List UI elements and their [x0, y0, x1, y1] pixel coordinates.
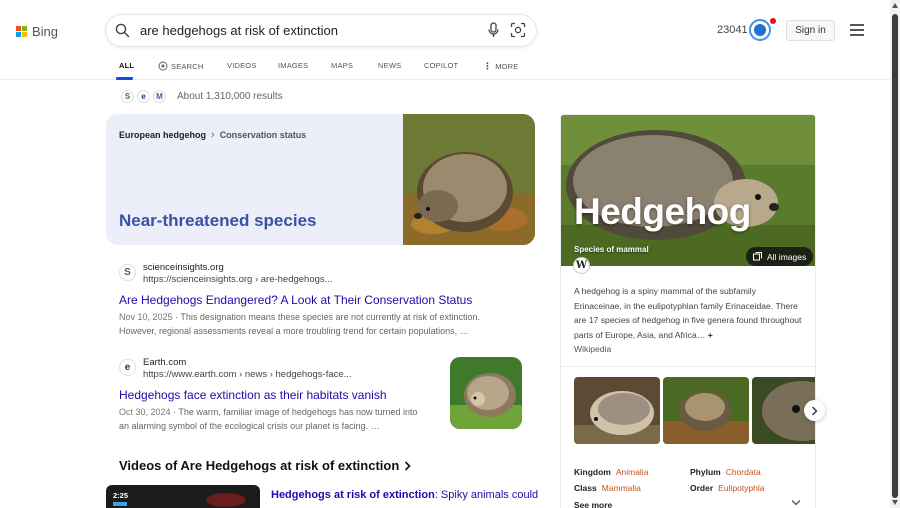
- source-m-icon: M: [153, 90, 166, 103]
- site-favicon-icon: e: [119, 359, 136, 376]
- tab-copilot[interactable]: COPILOT: [424, 61, 458, 70]
- logo-text: Bing: [32, 24, 59, 39]
- conservation-status-card[interactable]: European hedgehog › Conservation status …: [106, 114, 535, 245]
- breadcrumb-attribute: Conservation status: [219, 130, 307, 140]
- search-box[interactable]: are hedgehogs at risk of extinction: [106, 15, 536, 46]
- results-count-text: About 1,310,000 results: [177, 91, 283, 102]
- mic-icon[interactable]: [487, 22, 500, 43]
- result-snippet: Nov 10, 2025 · This designation means th…: [119, 312, 481, 336]
- answer-value: Near-threatened species: [119, 211, 317, 230]
- tab-more[interactable]: ⋮ MORE: [483, 61, 519, 72]
- fact-order: Order Eulipotyphla: [690, 483, 765, 493]
- copilot-search-icon: [158, 61, 168, 71]
- fact-class: Class Mammalia: [574, 483, 641, 493]
- chevron-right-icon: ›: [211, 129, 215, 141]
- expand-description-button[interactable]: +: [708, 330, 713, 340]
- results-count: S e M About 1,310,000 results: [121, 90, 283, 103]
- video-duration: 2:25: [113, 491, 129, 500]
- result-thumbnail[interactable]: [450, 357, 522, 429]
- fact-link[interactable]: Eulipotyphla: [718, 483, 764, 493]
- site-url: https://scienceinsights.org › are-hedgeh…: [143, 274, 333, 285]
- panel-title: Hedgehog: [574, 191, 751, 232]
- videos-heading[interactable]: Videos of Are Hedgehogs at risk of extin…: [119, 458, 411, 473]
- search-result: e Earth.com https://www.earth.com › news…: [119, 357, 429, 433]
- gallery-next-button[interactable]: [804, 400, 825, 421]
- bing-logo[interactable]: Bing: [16, 24, 58, 39]
- microsoft-logo-icon: [16, 26, 27, 37]
- hedgehog-photo[interactable]: [403, 114, 535, 245]
- source-e-icon: e: [137, 90, 150, 103]
- video-accent-bar: [113, 502, 127, 506]
- search-icon[interactable]: [115, 23, 130, 43]
- chevron-down-icon[interactable]: [791, 499, 801, 506]
- result-snippet: Oct 30, 2024 · The warm, familiar image …: [119, 407, 418, 431]
- site-info[interactable]: e Earth.com https://www.earth.com › news…: [119, 357, 429, 380]
- fact-phylum: Phylum Chordata: [690, 467, 761, 477]
- scroll-up-arrow-icon[interactable]: [892, 3, 898, 8]
- result-title-link[interactable]: Hedgehogs face extinction as their habit…: [119, 388, 429, 402]
- video-thumbnail[interactable]: 2:25: [106, 485, 260, 508]
- sign-in-button[interactable]: Sign in: [786, 20, 835, 41]
- see-more-button[interactable]: See more: [574, 500, 612, 508]
- all-images-button[interactable]: All images: [746, 247, 814, 266]
- gallery-image[interactable]: [574, 377, 660, 444]
- rewards-points[interactable]: 23041: [717, 24, 748, 36]
- gallery-image[interactable]: [663, 377, 749, 444]
- source-s-icon: S: [121, 90, 134, 103]
- wikipedia-icon[interactable]: W: [573, 257, 590, 274]
- knowledge-panel: Hedgehog Species of mammal All images W …: [561, 115, 815, 508]
- chevron-right-icon: [812, 406, 818, 415]
- tab-news[interactable]: NEWS: [378, 61, 401, 70]
- breadcrumb-subject[interactable]: European hedgehog: [119, 130, 206, 140]
- notification-dot: [770, 18, 776, 24]
- active-tab-indicator: [116, 77, 133, 80]
- hamburger-menu-icon[interactable]: [850, 24, 864, 39]
- description-source-link[interactable]: Wikipedia: [574, 344, 611, 354]
- site-url: https://www.earth.com › news › hedgehogs…: [143, 369, 352, 380]
- tab-search[interactable]: SEARCH: [158, 61, 203, 71]
- fact-link[interactable]: Animalia: [616, 467, 649, 477]
- result-title-link[interactable]: Are Hedgehogs Endangered? A Look at Thei…: [119, 293, 489, 307]
- images-icon: [753, 252, 762, 261]
- site-name: Earth.com: [143, 357, 187, 368]
- fact-link[interactable]: Mammalia: [602, 483, 641, 493]
- site-name: scienceinsights.org: [143, 262, 224, 273]
- result-date: Nov 10, 2025: [119, 312, 173, 322]
- more-dots-icon: ⋮: [483, 61, 493, 71]
- search-input[interactable]: are hedgehogs at risk of extinction: [140, 23, 338, 38]
- tab-images[interactable]: IMAGES: [278, 61, 308, 70]
- divider: [561, 366, 815, 367]
- tab-all[interactable]: ALL: [119, 61, 134, 70]
- page-scrollbar[interactable]: [890, 0, 900, 508]
- scroll-down-arrow-icon[interactable]: [892, 500, 898, 505]
- rewards-icon[interactable]: [749, 18, 776, 41]
- fact-link[interactable]: Chordata: [726, 467, 761, 477]
- fact-kingdom: Kingdom Animalia: [574, 467, 649, 477]
- image-gallery: [574, 377, 815, 444]
- chevron-right-icon: [405, 460, 411, 471]
- visual-search-icon[interactable]: [510, 22, 526, 43]
- scope-tabs: ALL SEARCH VIDEOS IMAGES MAPS NEWS COPIL…: [0, 56, 890, 80]
- search-result: S scienceinsights.org https://scienceins…: [119, 262, 489, 338]
- hero-image[interactable]: Hedgehog Species of mammal All images: [561, 115, 815, 266]
- site-favicon-icon: S: [119, 264, 136, 281]
- video-glow: [206, 493, 246, 507]
- panel-subtitle: Species of mammal: [574, 245, 649, 254]
- result-date: Oct 30, 2024: [119, 407, 171, 417]
- tab-maps[interactable]: MAPS: [331, 61, 353, 70]
- panel-description: A hedgehog is a spiny mammal of the subf…: [574, 286, 802, 340]
- video-title-link[interactable]: Hedgehogs at risk of extinction: Spiky a…: [271, 489, 538, 501]
- tab-videos[interactable]: VIDEOS: [227, 61, 257, 70]
- site-info[interactable]: S scienceinsights.org https://scienceins…: [119, 262, 489, 285]
- scrollbar-thumb[interactable]: [892, 14, 898, 498]
- breadcrumb: European hedgehog › Conservation status: [119, 129, 306, 141]
